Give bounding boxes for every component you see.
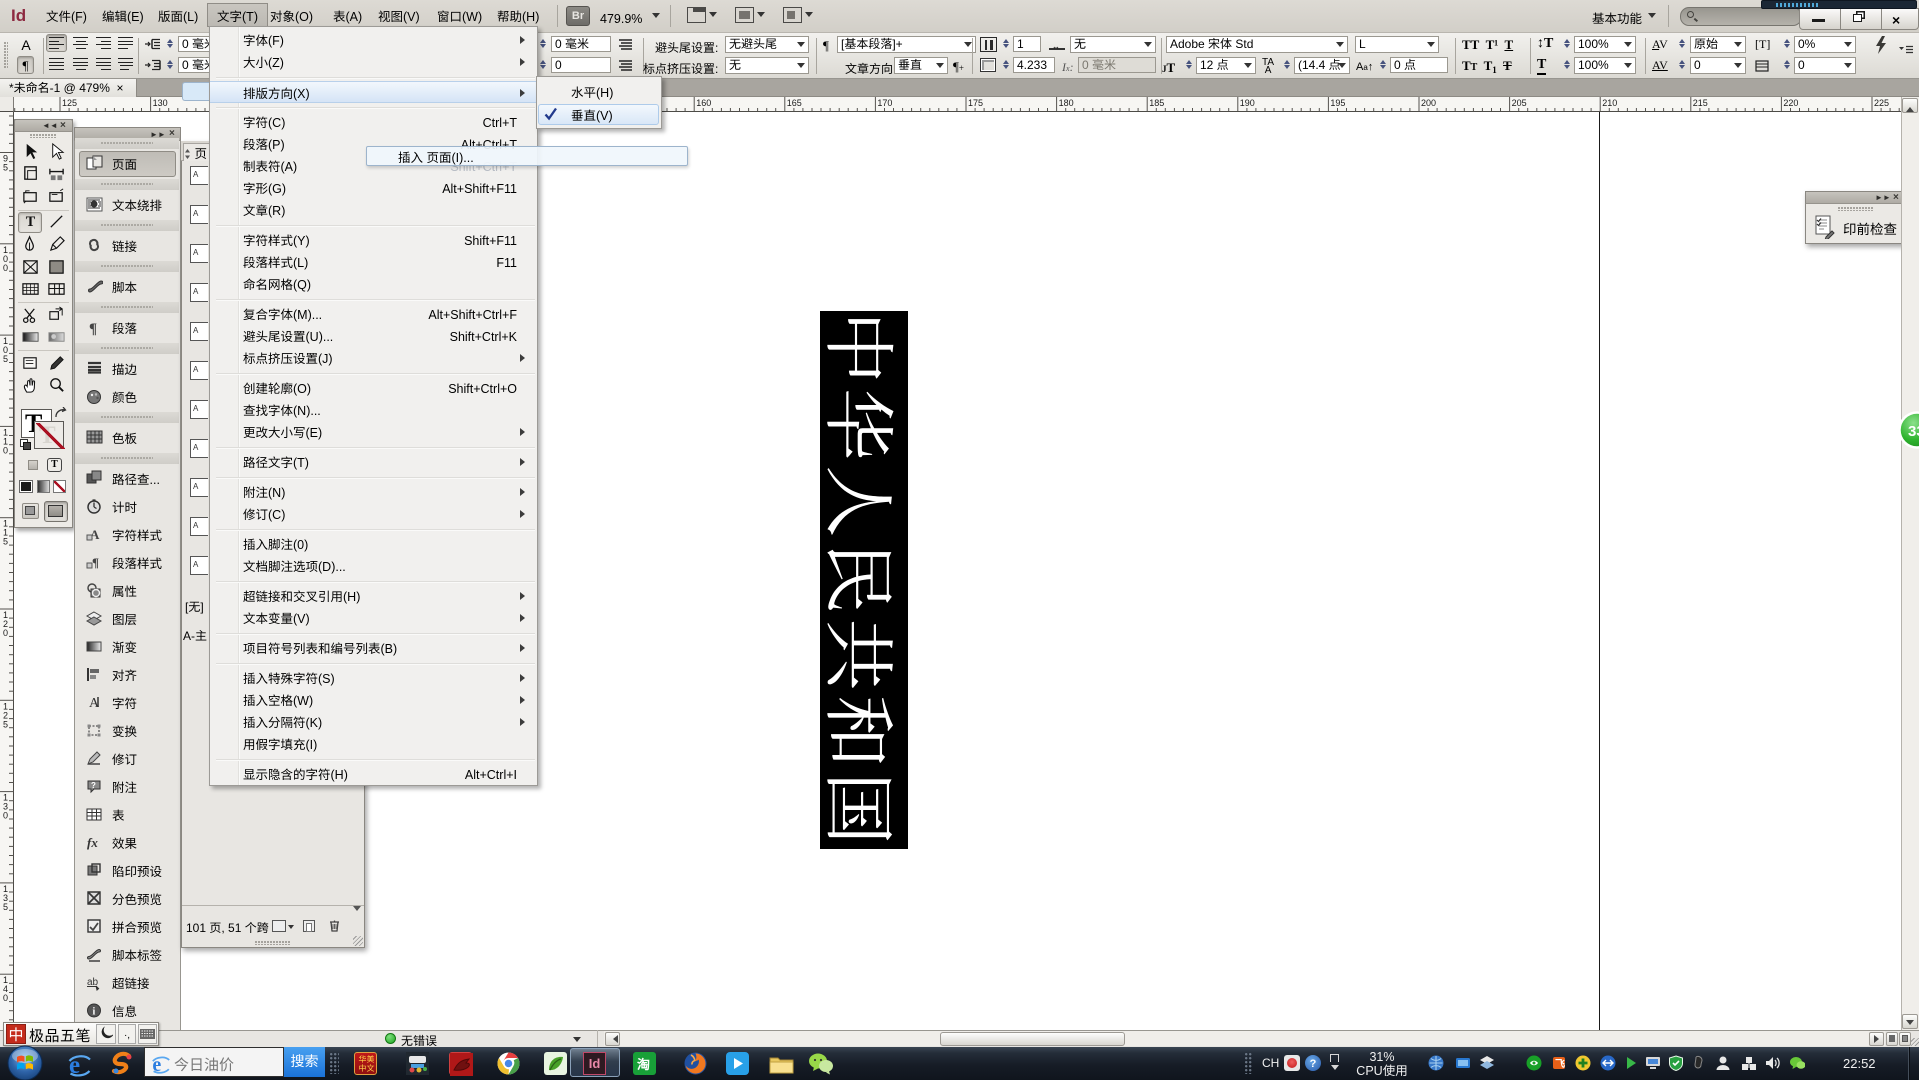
svg-text:?: ? bbox=[91, 780, 96, 791]
svg-text:33: 33 bbox=[1908, 423, 1919, 440]
svg-text:¶: ¶ bbox=[89, 321, 97, 336]
svg-text:125: 125 bbox=[62, 98, 77, 108]
svg-text:165: 165 bbox=[787, 98, 802, 108]
svg-text:5: 5 bbox=[3, 354, 8, 364]
svg-text:5: 5 bbox=[3, 719, 8, 729]
svg-text:0: 0 bbox=[3, 993, 8, 1003]
svg-text:200: 200 bbox=[1421, 98, 1436, 108]
svg-text:T: T bbox=[26, 214, 36, 230]
svg-text:fx: fx bbox=[87, 835, 98, 850]
svg-text:215: 215 bbox=[1693, 98, 1708, 108]
svg-text:0: 0 bbox=[3, 628, 8, 638]
svg-text:170: 170 bbox=[877, 98, 892, 108]
svg-text:飞: 飞 bbox=[1555, 1055, 1565, 1070]
svg-text:¶: ¶ bbox=[92, 555, 99, 570]
svg-text:i: i bbox=[93, 1007, 96, 1018]
svg-text:205: 205 bbox=[1512, 98, 1527, 108]
svg-text:0: 0 bbox=[3, 445, 8, 455]
svg-text:0: 0 bbox=[3, 263, 8, 273]
svg-text:190: 190 bbox=[1240, 98, 1255, 108]
svg-text:淘: 淘 bbox=[637, 1054, 650, 1073]
svg-text:210: 210 bbox=[1602, 98, 1617, 108]
svg-text:130: 130 bbox=[153, 98, 168, 108]
svg-text:225: 225 bbox=[1874, 98, 1889, 108]
svg-text:5: 5 bbox=[3, 163, 8, 173]
svg-text:180: 180 bbox=[1059, 98, 1074, 108]
svg-text:5: 5 bbox=[3, 902, 8, 912]
svg-text:5: 5 bbox=[3, 537, 8, 547]
svg-text:0: 0 bbox=[3, 811, 8, 821]
svg-text:195: 195 bbox=[1330, 98, 1345, 108]
svg-text:160: 160 bbox=[696, 98, 711, 108]
svg-text:220: 220 bbox=[1783, 98, 1798, 108]
svg-text:185: 185 bbox=[1149, 98, 1164, 108]
svg-text:175: 175 bbox=[968, 98, 983, 108]
